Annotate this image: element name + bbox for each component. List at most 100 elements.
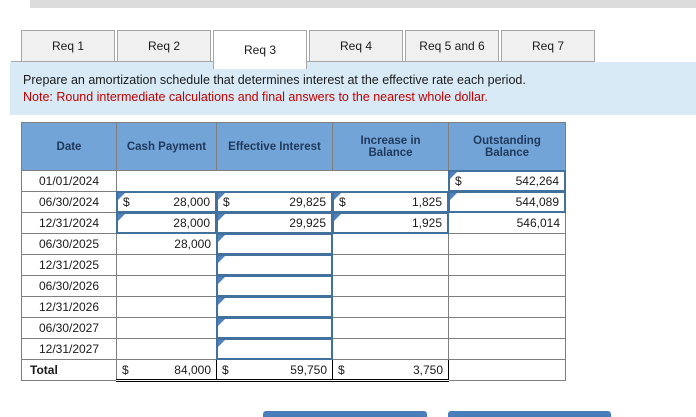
tab-req-5-and-6[interactable]: Req 5 and 6 bbox=[405, 30, 499, 62]
tab-req-2[interactable]: Req 2 bbox=[117, 30, 211, 62]
answer-flag-icon bbox=[334, 214, 341, 221]
total-row: Total $84,000 $59,750 $3,750 bbox=[21, 359, 566, 382]
answer-flag-icon bbox=[118, 193, 125, 200]
date-cell: 06/30/2027 bbox=[21, 317, 117, 339]
increase-in-balance-cell bbox=[332, 338, 449, 360]
effective-interest-cell bbox=[216, 233, 333, 255]
increase-in-balance-cell bbox=[332, 317, 449, 339]
instruction-panel: Prepare an amortization schedule that de… bbox=[10, 62, 696, 115]
effective-interest-cell bbox=[216, 254, 333, 276]
tab-req-4[interactable]: Req 4 bbox=[309, 30, 403, 62]
increase-in-balance-input[interactable]: 1,925 bbox=[332, 212, 449, 234]
outstanding-balance-input[interactable]: $542,264 bbox=[448, 170, 566, 192]
answer-flag-icon bbox=[218, 193, 225, 200]
answer-flag-icon bbox=[218, 256, 225, 263]
answer-flag-icon bbox=[218, 319, 225, 326]
nav-button-right-partial[interactable] bbox=[448, 411, 611, 417]
instruction-note: Note: Round intermediate calculations an… bbox=[23, 90, 488, 104]
cash-payment-cell bbox=[116, 296, 217, 318]
tab-bar: Req 1 Req 2 Req 3 Req 4 Req 5 and 6 Req … bbox=[21, 30, 595, 69]
answer-flag-icon bbox=[218, 277, 225, 284]
effective-interest-cell bbox=[216, 317, 333, 339]
answer-flag-icon bbox=[450, 193, 457, 200]
answer-flag-icon bbox=[118, 214, 125, 221]
table-row: 06/30/2024 $28,000 $29,825 $1,825 544,089 bbox=[21, 191, 566, 213]
effective-interest-cell bbox=[216, 275, 333, 297]
date-cell: 12/31/2027 bbox=[21, 338, 117, 360]
table-row: 06/30/2025 28,000 bbox=[21, 233, 566, 255]
currency-symbol: $ bbox=[122, 362, 129, 377]
cash-payment-cell bbox=[116, 170, 449, 192]
table-row: 12/31/2024 28,000 29,925 1,925 546,014 bbox=[21, 212, 566, 234]
header-row: Date Cash Payment Effective Interest Inc… bbox=[21, 122, 566, 171]
cell-value: 28,000 bbox=[173, 216, 210, 230]
col-header-date: Date bbox=[21, 122, 117, 171]
cash-payment-input[interactable]: $28,000 bbox=[116, 191, 217, 213]
cell-value: 1,925 bbox=[411, 216, 442, 230]
effective-interest-input[interactable] bbox=[216, 233, 333, 255]
currency-symbol: $ bbox=[338, 362, 345, 377]
col-header-increase-in-balance: Increase in Balance bbox=[332, 122, 449, 171]
increase-in-balance-cell bbox=[332, 296, 449, 318]
outstanding-balance-total-cell bbox=[448, 359, 566, 381]
effective-interest-cell bbox=[216, 338, 333, 360]
amortization-table: Date Cash Payment Effective Interest Inc… bbox=[21, 122, 566, 382]
cash-payment-cell bbox=[116, 275, 217, 297]
effective-interest-input[interactable] bbox=[216, 254, 333, 276]
effective-interest-input[interactable] bbox=[216, 275, 333, 297]
total-value: 84,000 bbox=[174, 362, 211, 377]
tab-req-1[interactable]: Req 1 bbox=[21, 30, 115, 62]
effective-interest-input[interactable]: $29,825 bbox=[216, 191, 333, 213]
cash-payment-cell bbox=[116, 338, 217, 360]
outstanding-balance-cell bbox=[448, 317, 566, 339]
date-cell: 12/31/2025 bbox=[21, 254, 117, 276]
currency-symbol: $ bbox=[222, 362, 229, 377]
effective-interest-input[interactable] bbox=[216, 317, 333, 339]
cash-payment-total-cell: $84,000 bbox=[116, 359, 217, 382]
answer-flag-icon bbox=[218, 340, 225, 347]
effective-interest-input[interactable]: 29,925 bbox=[216, 212, 333, 234]
outstanding-balance-cell bbox=[448, 233, 566, 255]
cell-value: 544,089 bbox=[515, 195, 559, 209]
effective-interest-total-cell: $59,750 bbox=[216, 359, 333, 382]
total-value: 59,750 bbox=[290, 362, 327, 377]
cash-payment-cell: 28,000 bbox=[116, 212, 217, 234]
nav-button-left-partial[interactable] bbox=[263, 411, 427, 417]
table-row: 12/31/2026 bbox=[21, 296, 566, 318]
answer-flag-icon bbox=[218, 214, 225, 221]
outstanding-balance-input[interactable]: 544,089 bbox=[448, 191, 566, 213]
instruction-text: Prepare an amortization schedule that de… bbox=[23, 73, 526, 87]
outstanding-balance-cell bbox=[448, 296, 566, 318]
outstanding-balance-cell bbox=[448, 254, 566, 276]
effective-interest-input[interactable] bbox=[216, 296, 333, 318]
total-value: 3,750 bbox=[412, 362, 443, 377]
increase-in-balance-input[interactable]: $1,825 bbox=[332, 191, 449, 213]
increase-in-balance-total-cell: $3,750 bbox=[332, 359, 449, 382]
outstanding-balance-cell: $542,264 bbox=[448, 170, 566, 192]
cash-payment-cell bbox=[116, 317, 217, 339]
cash-payment-cell: 28,000 bbox=[116, 233, 217, 255]
effective-interest-cell bbox=[216, 296, 333, 318]
answer-flag-icon bbox=[334, 193, 341, 200]
cell-value: 542,264 bbox=[515, 174, 559, 188]
cash-payment-cell bbox=[116, 254, 217, 276]
cash-payment-cell: $28,000 bbox=[116, 191, 217, 213]
amortization-schedule: Date Cash Payment Effective Interest Inc… bbox=[21, 122, 566, 382]
outstanding-balance-cell: 546,014 bbox=[448, 212, 566, 234]
cell-value: 29,925 bbox=[289, 216, 326, 230]
tab-req-7[interactable]: Req 7 bbox=[501, 30, 595, 62]
effective-interest-input[interactable] bbox=[216, 338, 333, 360]
cash-payment-input[interactable]: 28,000 bbox=[116, 212, 217, 234]
table-row: 12/31/2025 bbox=[21, 254, 566, 276]
col-header-cash-payment: Cash Payment bbox=[116, 122, 217, 171]
date-cell: 06/30/2025 bbox=[21, 233, 117, 255]
total-label: Total bbox=[21, 359, 117, 381]
cell-value: 28,000 bbox=[173, 195, 210, 209]
table-row: 01/01/2024 $542,264 bbox=[21, 170, 566, 192]
outstanding-balance-cell: 544,089 bbox=[448, 191, 566, 213]
increase-in-balance-cell bbox=[332, 275, 449, 297]
table-row: 06/30/2026 bbox=[21, 275, 566, 297]
col-header-effective-interest: Effective Interest bbox=[216, 122, 333, 171]
outstanding-balance-cell bbox=[448, 338, 566, 360]
tab-req-3[interactable]: Req 3 bbox=[213, 30, 307, 69]
